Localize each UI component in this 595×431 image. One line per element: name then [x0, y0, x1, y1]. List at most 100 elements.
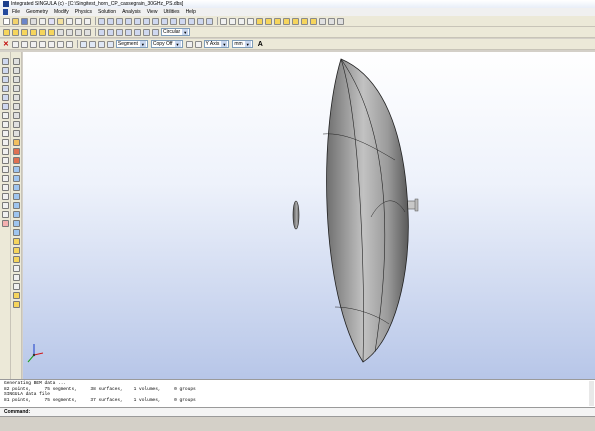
flip-icon[interactable] [194, 40, 202, 48]
orbit-icon[interactable] [1, 193, 9, 200]
zoom-in-icon[interactable] [1, 67, 9, 74]
offset-icon[interactable] [12, 85, 20, 92]
select-mode-select[interactable]: Segment ▼ [115, 40, 148, 48]
menu-physics[interactable]: Physics [75, 9, 92, 15]
rotate-icon[interactable] [188, 17, 195, 25]
curve-icon[interactable] [12, 58, 20, 65]
solid-box-icon[interactable] [12, 166, 20, 173]
point-icon[interactable] [98, 17, 105, 25]
snap-icon[interactable] [20, 40, 28, 48]
sphere-yellow-icon[interactable] [265, 17, 272, 25]
material-icon[interactable] [48, 28, 55, 36]
view-icon[interactable] [1, 58, 9, 65]
zoom-window-icon[interactable] [143, 28, 150, 36]
rotate-view-icon[interactable] [1, 103, 9, 110]
surface-loft-icon[interactable] [12, 148, 20, 155]
menu-help[interactable]: Help [186, 9, 196, 15]
extrude-icon[interactable] [152, 17, 159, 25]
print-icon[interactable] [30, 17, 37, 25]
view-top-icon[interactable] [107, 28, 114, 36]
close-icon[interactable]: ✕ [3, 40, 9, 48]
lasso-icon[interactable] [97, 40, 105, 48]
menu-utilities[interactable]: Utilities [163, 9, 179, 15]
bezier-icon[interactable] [12, 76, 20, 83]
render-icon[interactable] [328, 17, 335, 25]
trim-icon[interactable] [12, 94, 20, 101]
zoom-box-icon[interactable] [1, 85, 9, 92]
menu-file[interactable]: File [12, 9, 20, 15]
frame-icon[interactable] [1, 112, 9, 119]
view-mode-select[interactable]: Circular ▼ [161, 28, 191, 36]
mesh-icon[interactable] [319, 17, 326, 25]
stop-icon[interactable] [247, 17, 254, 25]
menu-view[interactable]: View [147, 9, 158, 15]
paste-icon[interactable] [57, 17, 64, 25]
rotate-axis-icon[interactable] [185, 40, 193, 48]
output-scrollbar[interactable] [589, 381, 594, 406]
units-select[interactable]: mm ▼ [232, 40, 253, 48]
export-icon[interactable] [21, 28, 28, 36]
zoom-fit-icon[interactable] [134, 28, 141, 36]
solid-cylinder-icon[interactable] [12, 175, 20, 182]
cylinder-yellow-icon[interactable] [274, 17, 281, 25]
fillet-icon[interactable] [12, 121, 20, 128]
box-outline-3-icon[interactable] [12, 283, 20, 290]
hand-icon[interactable] [1, 184, 9, 191]
translate-icon[interactable] [179, 17, 186, 25]
pick-icon[interactable] [88, 40, 96, 48]
view-side-icon[interactable] [116, 28, 123, 36]
view-front-icon[interactable] [98, 28, 105, 36]
record-icon[interactable] [1, 220, 9, 227]
gear-icon[interactable] [1, 121, 9, 128]
show-icon[interactable] [66, 28, 73, 36]
menu-analysis[interactable]: Analysis [122, 9, 141, 15]
undo-icon[interactable] [66, 17, 73, 25]
scale-icon[interactable] [197, 17, 204, 25]
solid-torus-icon[interactable] [12, 202, 20, 209]
menu-solution[interactable]: Solution [98, 9, 116, 15]
play-icon[interactable] [238, 17, 245, 25]
solid-sphere-icon[interactable] [12, 184, 20, 191]
boolean-subtract-icon[interactable] [12, 247, 20, 254]
chamfer-icon[interactable] [12, 130, 20, 137]
camera-icon[interactable] [65, 40, 73, 48]
open-model-icon[interactable] [3, 28, 10, 36]
line-icon[interactable] [107, 17, 114, 25]
view-iso-icon[interactable] [125, 28, 132, 36]
fit-all-icon[interactable] [1, 94, 9, 101]
open-folder-icon[interactable] [12, 17, 19, 25]
center-icon[interactable] [1, 202, 9, 209]
axes-icon[interactable] [1, 211, 9, 218]
magnify-plus-icon[interactable] [1, 148, 9, 155]
layer-icon[interactable] [39, 28, 46, 36]
axis-select[interactable]: Y Axis ▼ [203, 40, 230, 48]
copy-icon[interactable] [48, 17, 55, 25]
revolve-icon[interactable] [161, 17, 168, 25]
box-yellow-2-icon[interactable] [12, 301, 20, 308]
cut-icon[interactable] [39, 17, 46, 25]
spline-icon[interactable] [125, 17, 132, 25]
save-icon[interactable] [21, 17, 28, 25]
arc-icon[interactable] [116, 17, 123, 25]
zoom-out-icon[interactable] [1, 76, 9, 83]
cone-yellow-icon[interactable] [283, 17, 290, 25]
command-input[interactable] [33, 408, 595, 416]
boolean-intersect-icon[interactable] [12, 256, 20, 263]
move-cross-icon[interactable] [11, 40, 19, 48]
solid-pyramid-icon[interactable] [12, 229, 20, 236]
split-icon[interactable] [12, 103, 20, 110]
box-yellow-icon[interactable] [12, 292, 20, 299]
select-arrow-icon[interactable] [79, 40, 87, 48]
menu-modify[interactable]: Modify [54, 9, 69, 15]
surface-sweep-icon[interactable] [12, 157, 20, 164]
polyline-icon[interactable] [12, 67, 20, 74]
magnify-all-icon[interactable] [1, 175, 9, 182]
shaded-icon[interactable] [84, 28, 91, 36]
new-file-icon[interactable] [3, 17, 10, 25]
solid-cone-icon[interactable] [12, 193, 20, 200]
surface-icon[interactable] [134, 17, 141, 25]
reset-icon[interactable] [1, 130, 9, 137]
cube-yellow-icon[interactable] [256, 17, 263, 25]
box-yellow-icon[interactable] [301, 17, 308, 25]
delete-icon[interactable] [84, 17, 91, 25]
